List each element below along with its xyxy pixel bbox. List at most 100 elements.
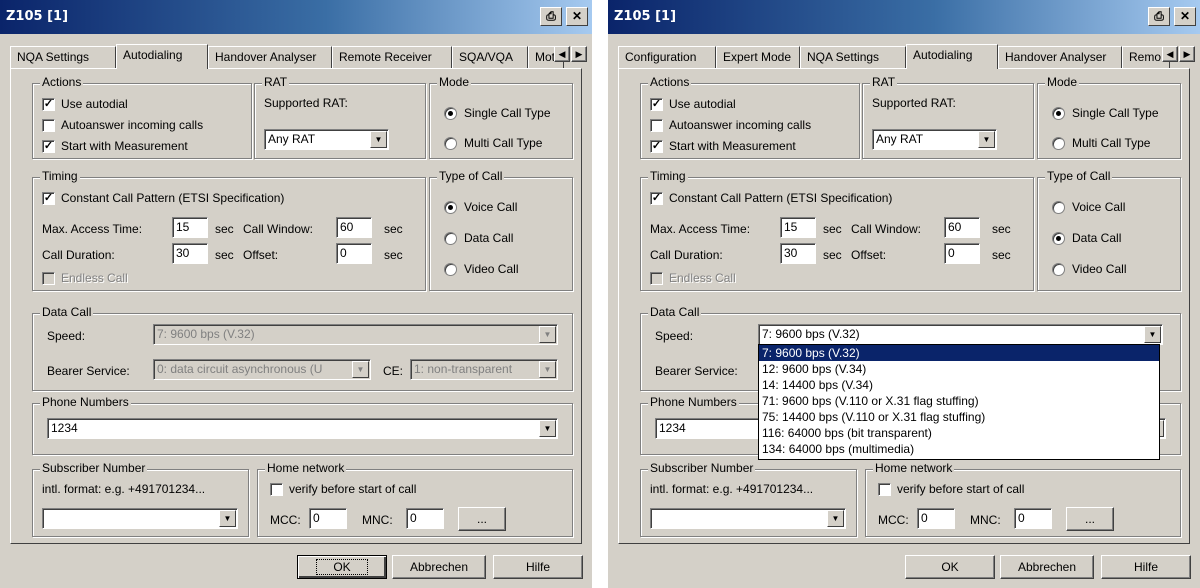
timing-title: Timing bbox=[648, 169, 688, 183]
constant-call-pattern-checkbox[interactable]: ✓ bbox=[650, 192, 663, 205]
verify-checkbox[interactable] bbox=[270, 483, 283, 496]
bearer-service-combo[interactable]: 0: data circuit asynchronous (U ▼ bbox=[153, 359, 371, 380]
max-access-time-input[interactable]: 15 bbox=[172, 217, 208, 238]
ok-button[interactable]: OK bbox=[905, 555, 995, 579]
tab-configuration[interactable]: Configuration bbox=[618, 46, 716, 68]
autoanswer-checkbox[interactable] bbox=[42, 119, 55, 132]
chevron-down-icon[interactable]: ▼ bbox=[539, 326, 556, 343]
offset-input[interactable]: 0 bbox=[944, 243, 980, 264]
tab-handover-analyser[interactable]: Handover Analyser bbox=[998, 46, 1122, 68]
speed-option[interactable]: 134: 64000 bps (multimedia) bbox=[759, 441, 1159, 457]
data-call-radio[interactable] bbox=[444, 232, 457, 245]
subscriber-number-combo[interactable]: ▼ bbox=[42, 508, 238, 529]
chevron-down-icon[interactable]: ▼ bbox=[219, 510, 236, 527]
call-duration-input[interactable]: 30 bbox=[172, 243, 208, 264]
tab-autodialing[interactable]: Autodialing bbox=[116, 44, 208, 69]
mcc-input[interactable]: 0 bbox=[917, 508, 955, 529]
help-button[interactable]: Hilfe bbox=[1101, 555, 1191, 579]
endless-call-checkbox[interactable] bbox=[650, 272, 663, 285]
speed-combo[interactable]: 7: 9600 bps (V.32) ▼ bbox=[153, 324, 558, 345]
supported-rat-combo[interactable]: Any RAT ▼ bbox=[872, 129, 997, 150]
type-of-call-title: Type of Call bbox=[437, 169, 505, 183]
call-window-input[interactable]: 60 bbox=[944, 217, 980, 238]
close-icon[interactable]: ✕ bbox=[1174, 7, 1196, 26]
window-title: Z105 [1] bbox=[6, 9, 69, 24]
offset-input[interactable]: 0 bbox=[336, 243, 372, 264]
call-duration-input[interactable]: 30 bbox=[780, 243, 816, 264]
voice-call-radio[interactable] bbox=[1052, 201, 1065, 214]
rat-title: RAT bbox=[870, 75, 898, 89]
speed-option[interactable]: 7: 9600 bps (V.32) bbox=[759, 345, 1159, 361]
multi-call-type-radio[interactable] bbox=[1052, 137, 1065, 150]
tab-nqa-settings[interactable]: NQA Settings bbox=[800, 46, 906, 68]
supported-rat-value: Any RAT bbox=[268, 132, 316, 146]
chevron-down-icon[interactable]: ▼ bbox=[1144, 326, 1161, 343]
max-access-time-input[interactable]: 15 bbox=[780, 217, 816, 238]
supported-rat-combo[interactable]: Any RAT ▼ bbox=[264, 129, 389, 150]
mcc-label: MCC: bbox=[878, 513, 909, 527]
speed-option[interactable]: 14: 14400 bps (V.34) bbox=[759, 377, 1159, 393]
constant-call-pattern-checkbox[interactable]: ✓ bbox=[42, 192, 55, 205]
tab-handover-analyser[interactable]: Handover Analyser bbox=[208, 46, 332, 68]
cancel-button[interactable]: Abbrechen bbox=[392, 555, 486, 579]
single-call-type-radio[interactable] bbox=[1052, 107, 1065, 120]
chevron-down-icon[interactable]: ▼ bbox=[827, 510, 844, 527]
start-measurement-checkbox[interactable]: ✓ bbox=[650, 140, 663, 153]
use-autodial-checkbox[interactable]: ✓ bbox=[42, 98, 55, 111]
tab-scroll-right-icon[interactable]: ▶ bbox=[1179, 46, 1195, 62]
endless-call-checkbox[interactable] bbox=[42, 272, 55, 285]
video-call-radio[interactable] bbox=[1052, 263, 1065, 276]
tab-nqa-settings[interactable]: NQA Settings bbox=[10, 46, 116, 68]
tab-scroll-right-icon[interactable]: ▶ bbox=[571, 46, 587, 62]
type-of-call-group: Type of Call Voice Call Data Call Video … bbox=[429, 169, 573, 291]
ce-value: 1: non-transparent bbox=[414, 362, 513, 376]
chevron-down-icon[interactable]: ▼ bbox=[370, 131, 387, 148]
multi-call-type-radio[interactable] bbox=[444, 137, 457, 150]
call-window-input[interactable]: 60 bbox=[336, 217, 372, 238]
start-measurement-checkbox[interactable]: ✓ bbox=[42, 140, 55, 153]
home-network-browse-button[interactable]: ... bbox=[458, 507, 506, 531]
voice-call-radio[interactable] bbox=[444, 201, 457, 214]
mnc-input[interactable]: 0 bbox=[406, 508, 444, 529]
tab-remote-receiver[interactable]: Remote Receiver bbox=[332, 46, 452, 68]
speed-option[interactable]: 116: 64000 bps (bit transparent) bbox=[759, 425, 1159, 441]
autoanswer-checkbox[interactable] bbox=[650, 119, 663, 132]
ok-label: OK bbox=[316, 559, 368, 575]
ok-button[interactable]: OK bbox=[297, 555, 387, 579]
speed-option[interactable]: 75: 14400 bps (V.110 or X.31 flag stuffi… bbox=[759, 409, 1159, 425]
printer-icon[interactable]: ⎙ bbox=[540, 7, 562, 26]
bearer-service-label: Bearer Service: bbox=[655, 364, 738, 378]
data-call-radio[interactable] bbox=[1052, 232, 1065, 245]
help-button[interactable]: Hilfe bbox=[493, 555, 583, 579]
mnc-input[interactable]: 0 bbox=[1014, 508, 1052, 529]
cancel-button[interactable]: Abbrechen bbox=[1000, 555, 1094, 579]
tab-scroll-left-icon[interactable]: ◀ bbox=[554, 46, 570, 62]
tab-autodialing[interactable]: Autodialing bbox=[906, 44, 998, 69]
video-call-radio[interactable] bbox=[444, 263, 457, 276]
dialog-window-right: Z105 [1] ⎙ ✕ Configuration Expert Mode N… bbox=[608, 0, 1200, 588]
printer-icon[interactable]: ⎙ bbox=[1148, 7, 1170, 26]
tab-sqa-vqa[interactable]: SQA/VQA bbox=[452, 46, 528, 68]
speed-option[interactable]: 71: 9600 bps (V.110 or X.31 flag stuffin… bbox=[759, 393, 1159, 409]
tab-scroll-left-icon[interactable]: ◀ bbox=[1162, 46, 1178, 62]
call-duration-label: Call Duration: bbox=[42, 248, 115, 262]
speed-option[interactable]: 12: 9600 bps (V.34) bbox=[759, 361, 1159, 377]
subscriber-number-combo[interactable]: ▼ bbox=[650, 508, 846, 529]
speed-combo[interactable]: 7: 9600 bps (V.32) ▼ bbox=[758, 324, 1163, 345]
close-icon[interactable]: ✕ bbox=[566, 7, 588, 26]
home-network-title: Home network bbox=[265, 461, 347, 475]
single-call-type-radio[interactable] bbox=[444, 107, 457, 120]
phone-numbers-combo[interactable]: 1234 ▼ bbox=[47, 418, 558, 439]
mode-group: Mode Single Call Type Multi Call Type bbox=[429, 75, 573, 159]
chevron-down-icon[interactable]: ▼ bbox=[539, 361, 556, 378]
use-autodial-checkbox[interactable]: ✓ bbox=[650, 98, 663, 111]
mcc-input[interactable]: 0 bbox=[309, 508, 347, 529]
chevron-down-icon[interactable]: ▼ bbox=[978, 131, 995, 148]
chevron-down-icon[interactable]: ▼ bbox=[352, 361, 369, 378]
type-of-call-title: Type of Call bbox=[1045, 169, 1113, 183]
tab-expert-mode[interactable]: Expert Mode bbox=[716, 46, 800, 68]
home-network-browse-button[interactable]: ... bbox=[1066, 507, 1114, 531]
ce-combo[interactable]: 1: non-transparent ▼ bbox=[410, 359, 558, 380]
chevron-down-icon[interactable]: ▼ bbox=[539, 420, 556, 437]
verify-checkbox[interactable] bbox=[878, 483, 891, 496]
